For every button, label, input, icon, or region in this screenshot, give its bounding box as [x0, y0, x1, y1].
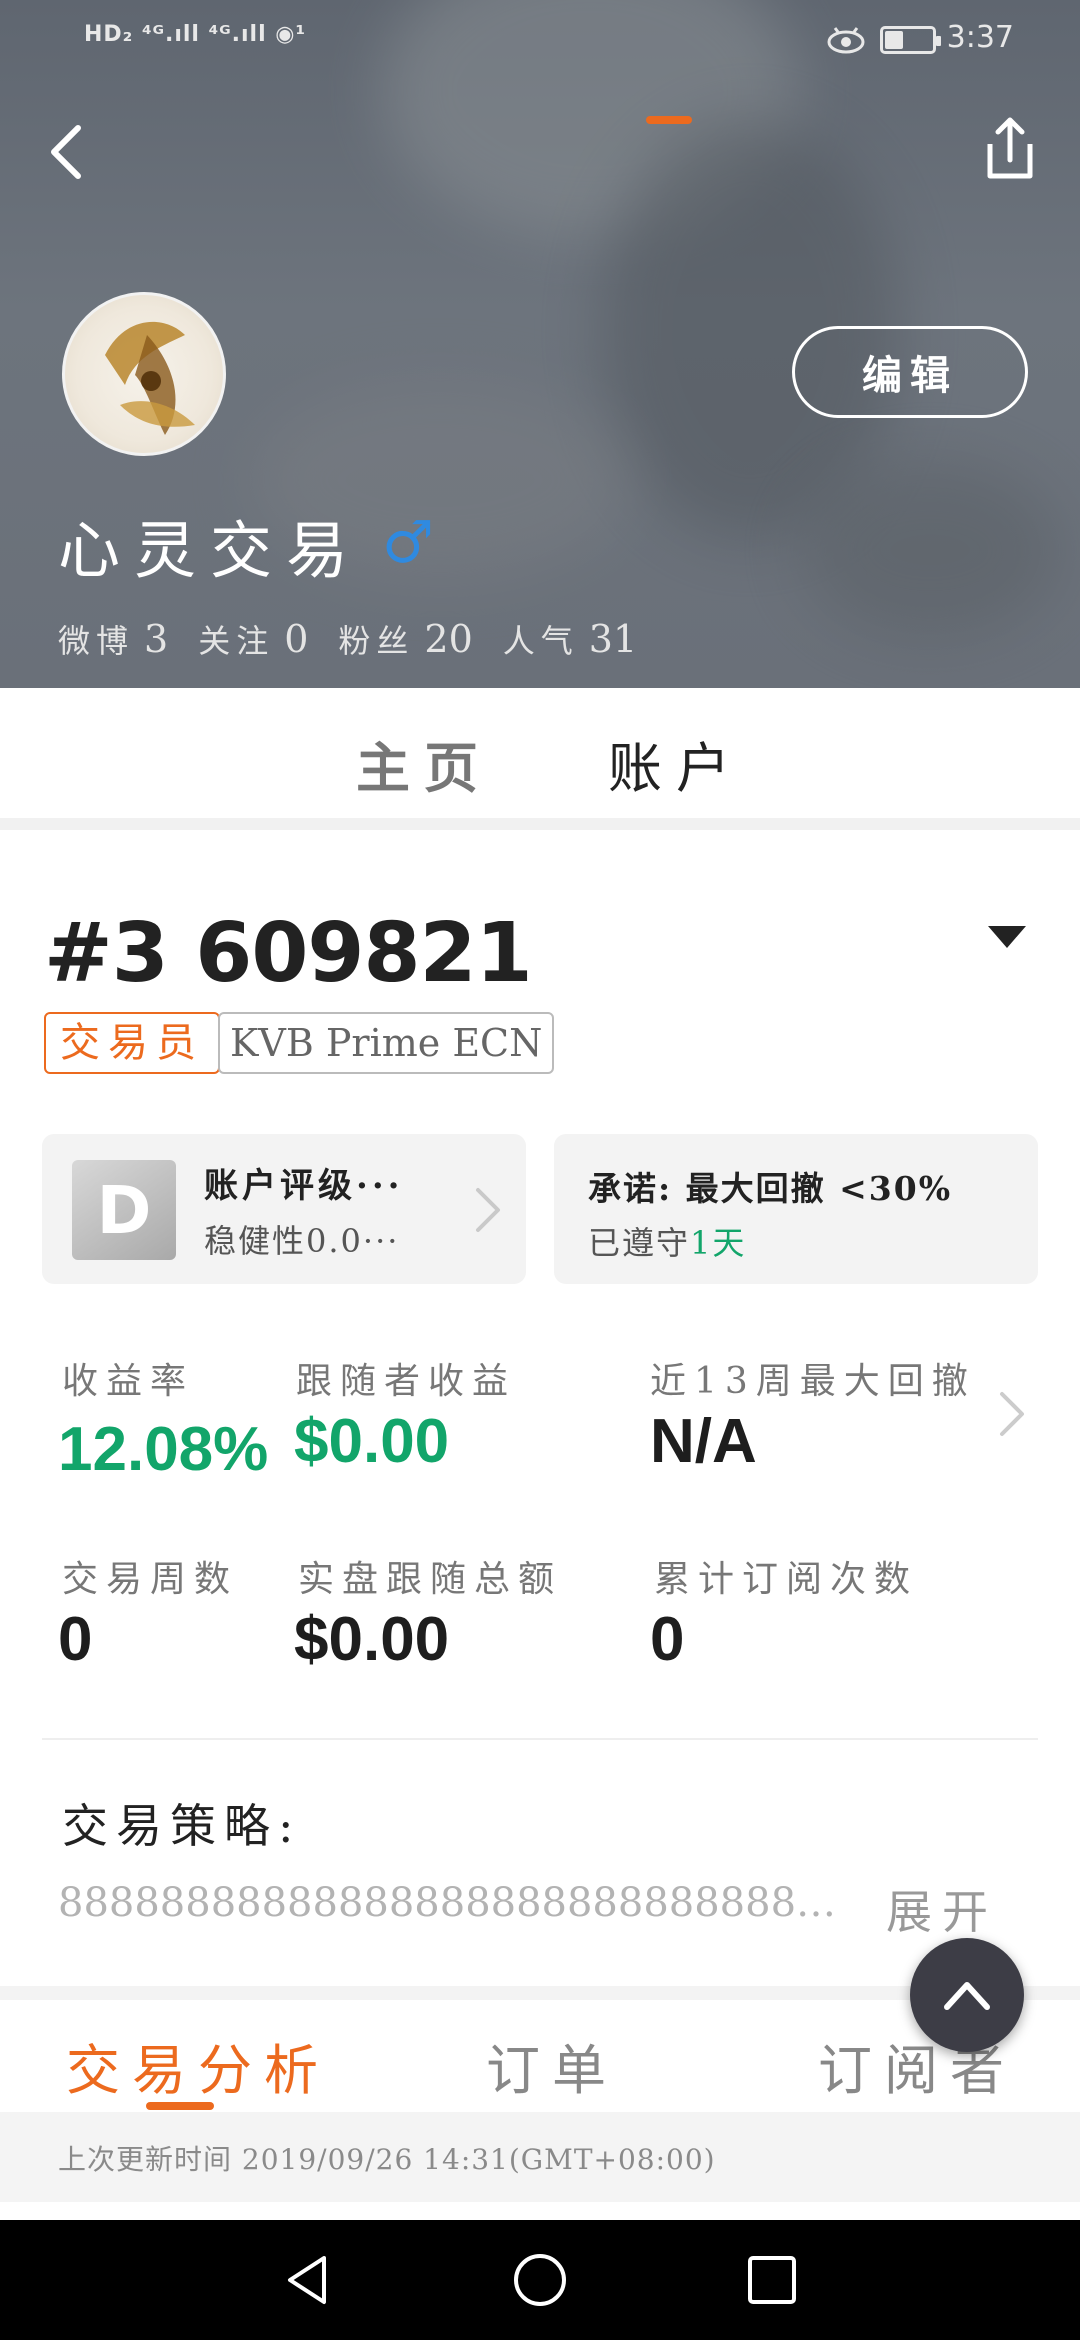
promise-title: 承诺: 最大回撤 <30%: [588, 1169, 953, 1208]
stat-weibo-value[interactable]: 3: [144, 617, 168, 661]
status-time: 3:37: [946, 20, 1014, 55]
stat-popularity-value: 31: [588, 617, 638, 661]
strategy-text: 8888888888888888888888888888888888888888: [58, 1880, 858, 1926]
battery-icon: [880, 26, 941, 54]
stat-weibo-label[interactable]: 微博: [58, 616, 134, 662]
share-icon[interactable]: [980, 116, 1040, 182]
back-icon[interactable]: [38, 122, 98, 182]
stat-fans-label[interactable]: 粉丝: [338, 616, 414, 662]
divider: [42, 1738, 1038, 1740]
username: 心灵交易: [58, 514, 363, 587]
rating-subtitle: 稳健性0.0···: [204, 1222, 400, 1260]
account-number: #3 609821: [44, 906, 533, 1001]
nav-recent-icon[interactable]: [742, 2250, 802, 2310]
strategy-label: 交易策略:: [62, 1799, 302, 1853]
stat-following-label[interactable]: 关注: [198, 616, 274, 662]
tab-orders[interactable]: 订单: [486, 2026, 618, 2105]
chevron-right-icon[interactable]: [990, 1386, 1030, 1442]
divider: [0, 818, 1080, 830]
status-left-icons: HD₂ ⁴ᴳ.ıll ⁴ᴳ.ıll ◉¹: [84, 22, 307, 47]
promise-kept: 已遵守1天: [588, 1218, 746, 1264]
metric-follower-profit-value: $0.00: [294, 1407, 450, 1476]
status-bar: HD₂ ⁴ᴳ.ıll ⁴ᴳ.ıll ◉¹ 3:37: [0, 0, 1080, 80]
avatar[interactable]: [62, 292, 226, 456]
metric-trading-weeks-label: 交易周数: [62, 1559, 239, 1600]
profile-stats: 微博 3 关注 0 粉丝 20 人气 31: [58, 616, 667, 662]
arrow-up-icon: [944, 1982, 990, 2010]
system-nav-bar: [0, 2220, 1080, 2340]
rating-card[interactable]: D 账户评级··· 稳健性0.0···: [42, 1134, 526, 1284]
tab-account[interactable]: 账户: [608, 724, 744, 803]
promise-kept-prefix: 已遵守: [588, 1224, 691, 1262]
subtab-active-indicator: [146, 2102, 214, 2110]
dropdown-icon[interactable]: [988, 926, 1026, 948]
metric-follow-total-label: 实盘跟随总额: [298, 1559, 563, 1600]
server-tag: KVB Prime ECN: [218, 1012, 555, 1074]
promise-kept-days: 1天: [690, 1224, 747, 1262]
tab-trade-analysis[interactable]: 交易分析: [66, 2026, 330, 2105]
metric-max-drawdown-label: 近13周最大回撤: [650, 1361, 976, 1402]
profile-banner: HD₂ ⁴ᴳ.ıll ⁴ᴳ.ıll ◉¹ 3:37 编辑 心灵交易 ♂ 微博 3…: [0, 0, 1080, 688]
stat-fans-value[interactable]: 20: [424, 617, 472, 661]
metric-trading-weeks-value: 0: [58, 1605, 93, 1674]
avatar-image: [105, 321, 195, 435]
nav-home-icon[interactable]: [510, 2250, 570, 2310]
scroll-top-button[interactable]: [910, 1938, 1024, 2052]
tab-active-indicator: [646, 116, 692, 124]
main-tabs: 主页 账户: [0, 688, 1080, 818]
last-update-time: 上次更新时间 2019/09/26 14:31(GMT+08:00): [58, 2143, 716, 2176]
chevron-right-icon: [476, 1188, 500, 1232]
eye-icon: [827, 27, 865, 54]
edit-button[interactable]: 编辑: [792, 326, 1028, 418]
role-tag: 交易员: [44, 1012, 220, 1074]
rating-grade-badge: D: [72, 1160, 176, 1260]
expand-link[interactable]: 展开: [886, 1876, 998, 1942]
metric-follow-total-value: $0.00: [294, 1605, 450, 1674]
male-icon: ♂: [382, 508, 434, 576]
tab-home[interactable]: 主页: [356, 724, 492, 803]
promise-card: 承诺: 最大回撤 <30% 已遵守1天: [554, 1134, 1038, 1284]
stat-following-value[interactable]: 0: [284, 617, 308, 661]
stat-popularity-label: 人气: [502, 622, 579, 660]
metric-max-drawdown-value: N/A: [650, 1407, 757, 1476]
rating-title: 账户评级···: [204, 1166, 404, 1206]
metric-return-label: 收益率: [62, 1361, 195, 1402]
metric-follower-profit-label: 跟随者收益: [296, 1361, 517, 1402]
metric-subscriptions-label: 累计订阅次数: [654, 1559, 919, 1600]
metric-return-value: 12.08%: [58, 1415, 269, 1484]
metric-subscriptions-value: 0: [650, 1605, 685, 1674]
nav-back-icon[interactable]: [278, 2250, 338, 2310]
